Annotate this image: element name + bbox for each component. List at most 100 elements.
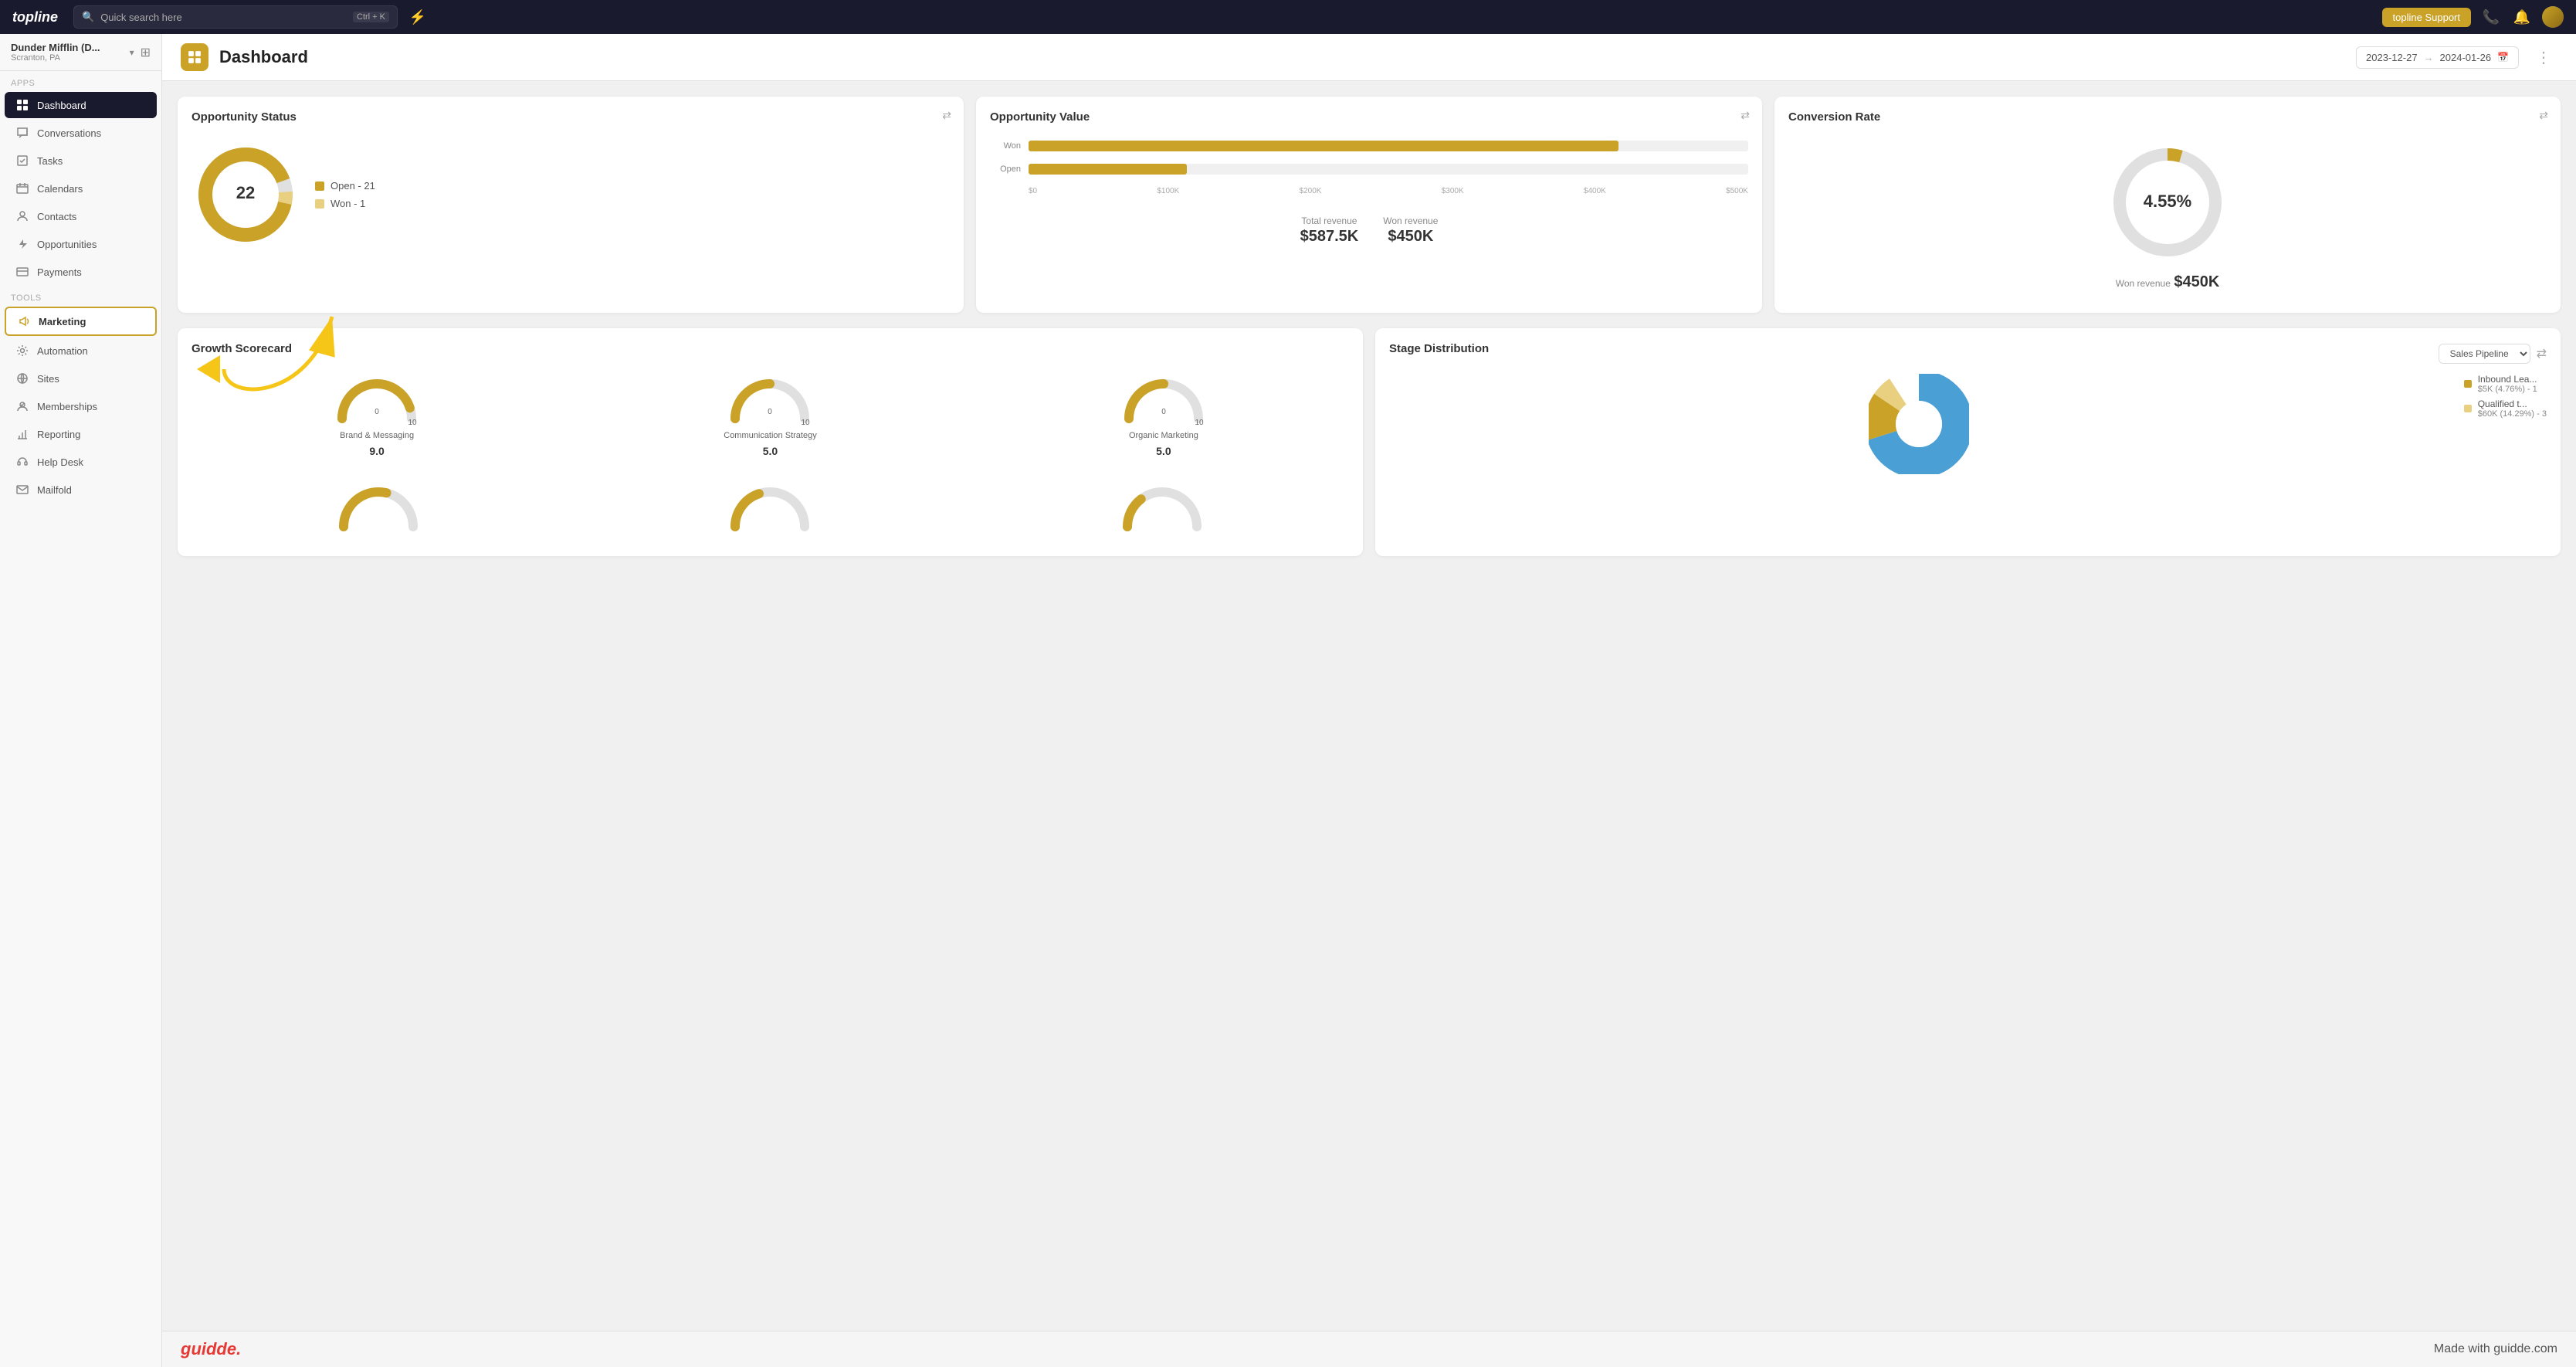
inbound-sub: $5K (4.76%) - 1 bbox=[2478, 385, 2537, 394]
stage-qualified-text: Qualified t... $60K (14.29%) - 3 bbox=[2478, 399, 2547, 419]
sidebar-item-contacts[interactable]: Contacts bbox=[5, 203, 157, 229]
app-logo: topline bbox=[12, 9, 58, 25]
page-title: Dashboard bbox=[219, 47, 308, 67]
sidebar-item-memberships-label: Memberships bbox=[37, 401, 97, 412]
sidebar-item-payments[interactable]: Payments bbox=[5, 259, 157, 285]
sidebar-item-dashboard[interactable]: Dashboard bbox=[5, 92, 157, 118]
bolt-icon[interactable]: ⚡ bbox=[407, 6, 429, 28]
guidde-tagline: Made with guidde.com bbox=[2434, 1342, 2557, 1356]
globe-icon bbox=[15, 371, 29, 385]
svg-text:22: 22 bbox=[236, 183, 255, 202]
legend-open-label: Open - 21 bbox=[330, 180, 375, 192]
communication-label: Communication Strategy bbox=[724, 431, 816, 440]
person-icon bbox=[15, 209, 29, 223]
stage-legend-qualified: Qualified t... $60K (14.29%) - 3 bbox=[2464, 399, 2547, 419]
conversion-won-revenue-value: $450K bbox=[2174, 273, 2219, 290]
qualified-sub: $60K (14.29%) - 3 bbox=[2478, 409, 2547, 419]
mail-icon bbox=[15, 483, 29, 497]
won-dot bbox=[315, 199, 324, 209]
sidebar-item-automation[interactable]: Automation bbox=[5, 338, 157, 364]
sidebar-item-marketing[interactable]: Marketing bbox=[5, 307, 157, 336]
open-dot bbox=[315, 181, 324, 191]
bar-open-track bbox=[1029, 164, 1748, 175]
bar-open-row: Open bbox=[990, 164, 1748, 175]
layout-icon[interactable]: ⊞ bbox=[141, 45, 151, 60]
top-navigation: topline 🔍 Quick search here Ctrl + K ⚡ t… bbox=[0, 0, 2576, 34]
content-header: Dashboard 2023-12-27 → 2024-01-26 📅 ⋮ bbox=[162, 34, 2576, 81]
main-content: Dashboard 2023-12-27 → 2024-01-26 📅 ⋮ Op… bbox=[162, 34, 2576, 1367]
sidebar-item-opportunities-label: Opportunities bbox=[37, 239, 97, 250]
bell-icon[interactable]: 🔔 bbox=[2511, 6, 2533, 28]
sidebar-item-conversations[interactable]: Conversations bbox=[5, 120, 157, 146]
bar-chart-xaxis: $0 $100K $200K $300K $400K $500K bbox=[990, 187, 1748, 195]
svg-text:4.55%: 4.55% bbox=[2144, 192, 2191, 211]
bottom-bar: guidde. Made with guidde.com bbox=[162, 1331, 2576, 1367]
legend-open: Open - 21 bbox=[315, 180, 375, 192]
bottom-row: Growth Scorecard 0 10 Brand & Messaging bbox=[178, 328, 2561, 556]
opportunity-value-card: Opportunity Value ⇄ Won Open bbox=[976, 97, 1762, 313]
scorecard-row: 0 10 Brand & Messaging 9.0 0 bbox=[192, 365, 1349, 465]
sidebar-item-helpdesk-label: Help Desk bbox=[37, 456, 83, 468]
growth-scorecard-title: Growth Scorecard bbox=[192, 342, 1349, 355]
sidebar-item-conversations-label: Conversations bbox=[37, 127, 101, 139]
stage-legend-inbound: Inbound Lea... $5K (4.76%) - 1 bbox=[2464, 374, 2547, 394]
xaxis-1: $100K bbox=[1157, 187, 1179, 195]
membership-icon bbox=[15, 399, 29, 413]
bar-open-label: Open bbox=[990, 165, 1021, 174]
sales-pipeline-select[interactable]: Sales Pipeline bbox=[2439, 344, 2530, 364]
organic-label: Organic Marketing bbox=[1129, 431, 1198, 440]
stage-inbound-text: Inbound Lea... $5K (4.76%) - 1 bbox=[2478, 374, 2537, 394]
grid-icon bbox=[15, 98, 29, 112]
filter-icon[interactable]: ⇄ bbox=[2539, 109, 2548, 122]
brand-value: 9.0 bbox=[369, 445, 384, 457]
sidebar-item-tasks[interactable]: Tasks bbox=[5, 148, 157, 174]
sidebar-item-opportunities[interactable]: Opportunities bbox=[5, 231, 157, 257]
xaxis-4: $400K bbox=[1584, 187, 1606, 195]
brand-label: Brand & Messaging bbox=[340, 431, 414, 440]
scorecard-extra1 bbox=[336, 480, 421, 534]
support-button[interactable]: topline Support bbox=[2382, 8, 2471, 27]
search-bar[interactable]: 🔍 Quick search here Ctrl + K bbox=[73, 5, 398, 29]
sidebar-item-sites-label: Sites bbox=[37, 373, 59, 385]
inbound-label: Inbound Lea... bbox=[2478, 374, 2537, 385]
date-range-picker[interactable]: 2023-12-27 → 2024-01-26 📅 bbox=[2356, 46, 2519, 69]
search-shortcut: Ctrl + K bbox=[353, 12, 389, 22]
gear-icon bbox=[15, 344, 29, 358]
scorecard-organic: 0 10 Organic Marketing 5.0 bbox=[1121, 372, 1206, 457]
sidebar-item-calendars-label: Calendars bbox=[37, 183, 83, 195]
apps-section-label: Apps bbox=[0, 71, 161, 91]
date-range-arrow-icon: → bbox=[2424, 52, 2434, 63]
xaxis-0: $0 bbox=[1029, 187, 1037, 195]
sidebar-item-automation-label: Automation bbox=[37, 345, 88, 357]
card-icon bbox=[15, 265, 29, 279]
avatar[interactable] bbox=[2542, 6, 2564, 28]
won-revenue-stat: Won revenue $450K bbox=[1383, 215, 1438, 246]
conversion-stats: Won revenue $450K bbox=[2116, 273, 2220, 291]
filter-icon[interactable]: ⇄ bbox=[942, 109, 951, 122]
donut-chart: 22 bbox=[192, 141, 300, 249]
sidebar-item-mailfold[interactable]: Mailfold bbox=[5, 477, 157, 503]
workspace-selector[interactable]: Dunder Mifflin (D... Scranton, PA ▾ ⊞ bbox=[0, 34, 161, 71]
stage-content: Inbound Lea... $5K (4.76%) - 1 Qualified… bbox=[1389, 374, 2547, 474]
workspace-location: Scranton, PA bbox=[11, 53, 100, 63]
sidebar-item-memberships[interactable]: Memberships bbox=[5, 393, 157, 419]
sidebar-item-payments-label: Payments bbox=[37, 266, 82, 278]
date-end: 2024-01-26 bbox=[2440, 52, 2492, 63]
stage-filter-icon[interactable]: ⇄ bbox=[2537, 346, 2547, 361]
sidebar-item-helpdesk[interactable]: Help Desk bbox=[5, 449, 157, 475]
workspace-chevron-icon: ▾ bbox=[130, 47, 134, 58]
date-start: 2023-12-27 bbox=[2366, 52, 2418, 63]
svg-text:0: 0 bbox=[768, 408, 773, 416]
sidebar-item-reporting[interactable]: Reporting bbox=[5, 421, 157, 447]
more-options-icon[interactable]: ⋮ bbox=[2530, 45, 2557, 70]
sidebar-item-sites[interactable]: Sites bbox=[5, 365, 157, 392]
stage-distribution-title: Stage Distribution bbox=[1389, 342, 1489, 355]
svg-text:0: 0 bbox=[1161, 408, 1166, 416]
stage-pie bbox=[1869, 374, 1969, 474]
won-revenue-label: Won revenue bbox=[1383, 215, 1438, 226]
dashboard-grid: Opportunity Status ⇄ 22 bbox=[162, 81, 2576, 1331]
sidebar-item-calendars[interactable]: Calendars bbox=[5, 175, 157, 202]
phone-icon[interactable]: 📞 bbox=[2480, 6, 2502, 28]
svg-text:10: 10 bbox=[1195, 419, 1204, 426]
filter-icon[interactable]: ⇄ bbox=[1740, 109, 1750, 122]
